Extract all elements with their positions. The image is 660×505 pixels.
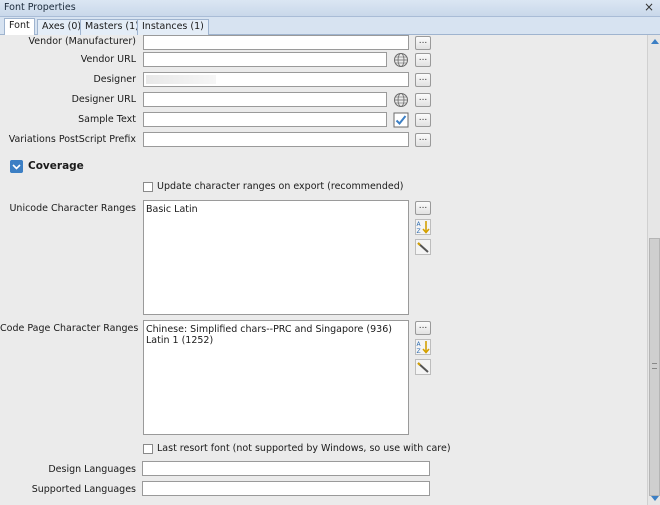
last-resort-checkbox[interactable] xyxy=(143,444,153,454)
designer-url-label: Designer URL xyxy=(71,94,136,105)
title-bar: Font Properties × xyxy=(0,0,660,17)
vertical-scrollbar[interactable] xyxy=(647,35,660,505)
sort-az-icon[interactable]: A Z xyxy=(415,219,431,235)
checkmark-icon[interactable] xyxy=(393,112,409,128)
globe-icon[interactable] xyxy=(393,52,409,68)
sort-az-icon[interactable]: A Z xyxy=(415,339,431,355)
designer-label: Designer xyxy=(93,74,136,85)
code-page-ranges-more-button[interactable]: ... xyxy=(415,321,431,335)
sample-text-more-button[interactable]: ... xyxy=(415,113,431,127)
designer-url-more-button[interactable]: ... xyxy=(415,93,431,107)
tab-font[interactable]: Font xyxy=(4,18,35,36)
tab-instances[interactable]: Instances (1) xyxy=(137,19,209,35)
unicode-ranges-label: Unicode Character Ranges xyxy=(9,203,136,214)
list-item[interactable]: Chinese: Simplified chars--PRC and Singa… xyxy=(146,324,406,335)
unicode-ranges-list[interactable]: Basic Latin xyxy=(143,200,409,315)
designer-value-redacted xyxy=(146,75,216,84)
variations-prefix-field[interactable] xyxy=(143,132,409,147)
scrollbar-thumb[interactable] xyxy=(649,238,660,496)
close-icon[interactable]: × xyxy=(644,0,654,14)
design-languages-label: Design Languages xyxy=(48,464,136,475)
grip-icon xyxy=(652,363,657,369)
code-page-ranges-label: Code Page Character Ranges xyxy=(0,323,139,334)
sample-text-label: Sample Text xyxy=(78,114,136,125)
designer-field[interactable] xyxy=(143,72,409,87)
unicode-ranges-more-button[interactable]: ... xyxy=(415,201,431,215)
list-item[interactable]: Latin 1 (1252) xyxy=(146,335,406,346)
wand-icon[interactable] xyxy=(415,239,431,255)
vendor-url-field[interactable] xyxy=(143,52,387,67)
wand-icon[interactable] xyxy=(415,359,431,375)
last-resort-label: Last resort font (not supported by Windo… xyxy=(157,443,451,454)
variations-prefix-label: Variations PostScript Prefix xyxy=(8,134,136,145)
tab-bar: Font Axes (0) Masters (1) Instances (1) xyxy=(0,17,660,36)
window-title: Font Properties xyxy=(4,2,76,13)
designer-url-field[interactable] xyxy=(143,92,387,107)
globe-icon[interactable] xyxy=(393,92,409,108)
vendor-more-button[interactable]: ... xyxy=(415,36,431,50)
vendor-url-label: Vendor URL xyxy=(80,54,136,65)
tab-axes[interactable]: Axes (0) xyxy=(37,19,87,35)
designer-more-button[interactable]: ... xyxy=(415,73,431,87)
list-item[interactable]: Basic Latin xyxy=(146,204,406,215)
code-page-ranges-list[interactable]: Chinese: Simplified chars--PRC and Singa… xyxy=(143,320,409,435)
tab-masters[interactable]: Masters (1) xyxy=(80,19,144,35)
vendor-label: Vendor (Manufacturer) xyxy=(28,36,136,47)
variations-prefix-more-button[interactable]: ... xyxy=(415,133,431,147)
scroll-up-icon[interactable] xyxy=(651,39,659,44)
chevron-down-icon[interactable] xyxy=(10,160,23,173)
svg-text:Z: Z xyxy=(417,348,421,355)
scroll-down-icon[interactable] xyxy=(651,496,659,501)
supported-languages-field[interactable] xyxy=(142,481,430,496)
vendor-field[interactable] xyxy=(143,35,409,50)
vendor-url-more-button[interactable]: ... xyxy=(415,53,431,67)
supported-languages-label: Supported Languages xyxy=(31,484,136,495)
update-ranges-checkbox[interactable] xyxy=(143,182,153,192)
font-properties-panel: Vendor (Manufacturer) ... Vendor URL ...… xyxy=(0,35,647,505)
design-languages-field[interactable] xyxy=(142,461,430,476)
update-ranges-label: Update character ranges on export (recom… xyxy=(157,181,404,192)
coverage-section-title[interactable]: Coverage xyxy=(28,160,84,172)
svg-text:Z: Z xyxy=(417,228,421,235)
sample-text-field[interactable] xyxy=(143,112,387,127)
